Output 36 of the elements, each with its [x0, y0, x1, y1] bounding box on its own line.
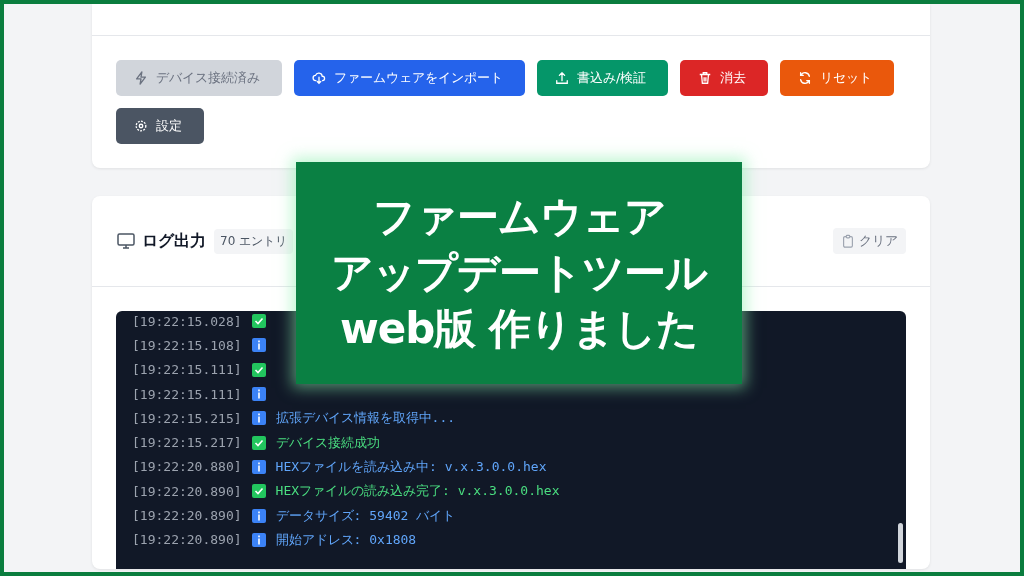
settings-icon [134, 119, 148, 133]
clear-button[interactable]: クリア [833, 228, 906, 254]
refresh-icon [798, 71, 813, 85]
toolbar-button[interactable]: 消去 [680, 60, 769, 96]
cloud-download-icon [312, 71, 326, 85]
clipboard-icon [841, 234, 855, 248]
log-time: [19:22:15.217] [132, 435, 242, 451]
upload-icon [555, 71, 569, 85]
banner-line: ファームウェア [372, 191, 666, 243]
log-message: データサイズ: 59402 バイト [275, 506, 456, 525]
log-message: HEXファイルの読み込み完了: v.x.3.0.0.hex [275, 482, 560, 501]
toolbar-button[interactable]: ファームウェアをインポート [294, 60, 525, 96]
log-time: [19:22:20.880] [132, 459, 242, 475]
log-message: HEXファイルを読み込み中: v.x.3.0.0.hex [275, 457, 547, 476]
bolt-icon [134, 71, 148, 85]
log-message: 開始アドレス: 0x1808 [275, 530, 417, 549]
log-time: [19:22:20.890] [132, 483, 242, 499]
entry-count: 70 エントリ [214, 228, 294, 254]
log-title: ログ出力 [142, 230, 206, 252]
log-time: [19:22:15.111] [132, 362, 242, 378]
log-time: [19:22:15.108] [132, 337, 242, 353]
toolbar-button[interactable]: 設定 [116, 108, 204, 144]
log-message: デバイス接続成功 [275, 433, 380, 452]
toolbar-button[interactable]: リセット [780, 60, 895, 96]
log-time: [19:22:15.215] [132, 410, 242, 426]
monitor-icon [116, 231, 136, 251]
scrollbar[interactable] [898, 523, 903, 563]
log-time: [19:22:15.028] [132, 313, 242, 329]
trash-icon [698, 71, 713, 85]
log-time: [19:22:15.111] [132, 386, 242, 402]
log-time: [19:22:20.890] [132, 532, 242, 548]
toolbar-button[interactable]: 書込み/検証 [537, 60, 669, 96]
log-message: 拡張デバイス情報を取得中... [275, 409, 456, 428]
banner-line: アップデートツール [331, 247, 707, 299]
banner-line: web版 作りました [340, 303, 698, 355]
log-time: [19:22:20.890] [132, 508, 242, 523]
